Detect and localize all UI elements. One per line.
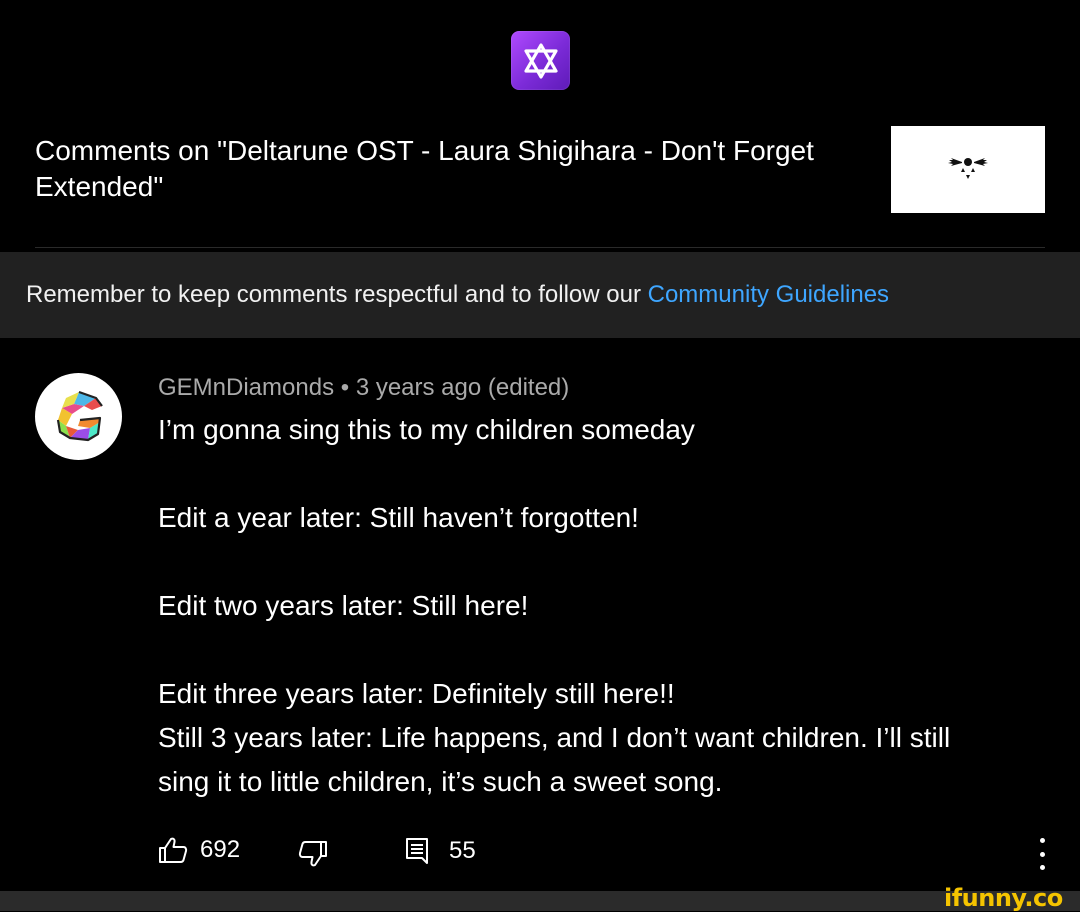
comment-line: I’m gonna sing this to my children somed…	[158, 414, 695, 445]
like-button[interactable]: 692	[158, 836, 240, 864]
more-dot	[1039, 851, 1045, 857]
more-dot	[1039, 838, 1045, 843]
guidelines-notice-message: Remember to keep comments respectful and…	[26, 281, 648, 308]
meta-separator: •	[340, 374, 350, 401]
comment-line: sing it to little children, it’s such a …	[158, 766, 723, 797]
reply-button[interactable]: 55	[405, 836, 476, 866]
comment-actions: 692 55	[0, 828, 1080, 872]
comment-time: 3 years ago (edited)	[355, 374, 570, 401]
star-of-david-icon	[523, 42, 558, 79]
thumbs-down-icon	[298, 841, 327, 867]
comment-author[interactable]: GEMnDiamonds	[158, 374, 334, 401]
comment-line: Edit a year later: Still haven’t forgott…	[158, 502, 639, 533]
dislike-button[interactable]	[298, 840, 328, 868]
like-count: 692	[200, 836, 241, 863]
page-title: Comments on "Deltarune OST - Laura Shigi…	[35, 135, 814, 202]
thumbs-up-icon	[159, 837, 188, 863]
video-thumbnail[interactable]	[891, 126, 1045, 213]
reply-icon	[406, 838, 428, 864]
comment-line: Edit two years later: Still here!	[158, 590, 529, 621]
more-vertical-icon[interactable]	[1032, 834, 1052, 874]
header-divider	[35, 247, 1045, 248]
avatar[interactable]	[35, 373, 122, 460]
guidelines-notice-text: Remember to keep comments respectful and…	[26, 278, 889, 312]
delta-rune-emblem-icon	[948, 157, 988, 179]
comment-line: Still 3 years later: Life happens, and I…	[158, 722, 951, 753]
bottom-bar	[0, 891, 1080, 911]
comment-line: Edit three years later: Definitely still…	[158, 678, 675, 709]
gemndiamonds-logo	[56, 390, 103, 441]
more-dot	[1039, 865, 1045, 870]
community-guidelines-link[interactable]: Community Guidelines	[648, 281, 889, 308]
app-icon	[511, 31, 570, 90]
comment-meta: GEMnDiamonds • 3 years ago (edited)	[158, 371, 569, 405]
watermark: ifunny.co	[944, 884, 1063, 912]
reply-count: 55	[449, 837, 476, 864]
